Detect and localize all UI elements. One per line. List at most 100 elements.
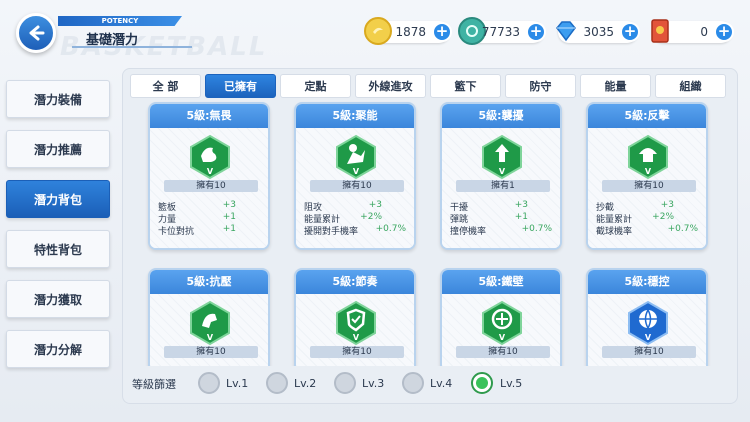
- currency-ticket: 0 +: [651, 19, 734, 43]
- tab-organize[interactable]: 組織: [655, 74, 726, 98]
- card-title: 5級:襲擾: [442, 104, 560, 128]
- currency-value: 77733: [481, 25, 520, 39]
- stat-name: 擾開對手機率: [304, 227, 359, 237]
- svg-text:V: V: [499, 333, 506, 342]
- add-ticket-button[interactable]: +: [714, 22, 734, 42]
- blue-diamond-icon: [552, 17, 580, 45]
- pressure-icon: V: [190, 300, 230, 346]
- level-2-radio[interactable]: [266, 372, 288, 394]
- owned-count: 擁有1: [456, 180, 550, 192]
- stat-value: +3: [514, 200, 528, 210]
- svg-text:V: V: [353, 167, 360, 176]
- card-title: 5級:鐵壁: [442, 270, 560, 294]
- stat-value: +3: [222, 200, 236, 210]
- stat-name: 卡位對抗: [158, 227, 195, 237]
- level-1-label: Lv.1: [226, 377, 249, 390]
- gold-coin-icon: [364, 17, 392, 45]
- stat-value: +1: [514, 212, 528, 222]
- stat-value: +0.7%: [521, 224, 552, 234]
- potency-card[interactable]: 5級:節奏 V 擁有10 抗擾+3: [294, 268, 416, 366]
- currency-token: 77733 +: [458, 17, 546, 45]
- potency-card[interactable]: 5級:抗壓 V 擁有10 抗擾+3: [148, 268, 270, 366]
- svg-text:V: V: [207, 167, 214, 176]
- sidebar-item-obtain[interactable]: 潛力獲取: [6, 280, 110, 318]
- sidebar-item-decompose[interactable]: 潛力分解: [6, 330, 110, 368]
- stat-value: +1: [222, 224, 236, 234]
- owned-count: 擁有10: [456, 346, 550, 358]
- owned-count: 擁有10: [602, 180, 696, 192]
- stat-value: +2%: [652, 212, 674, 222]
- muscle-icon: V: [190, 134, 230, 180]
- owned-count: 擁有10: [310, 346, 404, 358]
- potency-card[interactable]: 5級:無畏 V 擁有10 籃板 +3 力量 +1 卡位對抗 +1: [148, 102, 270, 250]
- currency-value: 0: [700, 25, 708, 39]
- svg-text:V: V: [499, 167, 506, 176]
- tab-owned[interactable]: 已擁有: [205, 74, 276, 98]
- potency-card[interactable]: 5級:穩控 V 擁有10 傳控+3: [586, 268, 708, 366]
- potency-card[interactable]: 5級:反擊 V 擁有10 抄截 +3 能量累計 +2% 截球機率 +0.7%: [586, 102, 708, 250]
- sidebar-item-trait-backpack[interactable]: 特性背包: [6, 230, 110, 268]
- level-5-label: Lv.5: [500, 377, 523, 390]
- potency-card[interactable]: 5級:襲擾 V 擁有1 干擾 +3 彈跳 +1 撞停機率 +0.7%: [440, 102, 562, 250]
- tab-energy[interactable]: 能量: [580, 74, 651, 98]
- back-button[interactable]: [16, 13, 56, 53]
- sidebar-item-recommend[interactable]: 潛力推薦: [6, 130, 110, 168]
- ticket-card-icon: [646, 17, 674, 45]
- filter-label: 等級篩選: [132, 378, 176, 391]
- tab-defense[interactable]: 防守: [505, 74, 576, 98]
- energy-gather-icon: V: [336, 134, 376, 180]
- svg-text:V: V: [353, 333, 360, 342]
- card-title: 5級:反擊: [588, 104, 706, 128]
- page-subtitle: POTENCY: [58, 16, 182, 26]
- title-underline: [72, 46, 192, 48]
- sidebar-item-backpack[interactable]: 潛力背包: [6, 180, 110, 218]
- level-1-radio[interactable]: [198, 372, 220, 394]
- back-arrow-icon: [29, 25, 45, 41]
- owned-count: 擁有10: [164, 180, 258, 192]
- stat-value: +0.7%: [667, 224, 698, 234]
- owned-count: 擁有10: [310, 180, 404, 192]
- add-diamond-button[interactable]: +: [620, 22, 640, 42]
- card-title: 5級:節奏: [296, 270, 414, 294]
- level-2-label: Lv.2: [294, 377, 317, 390]
- tab-spot[interactable]: 定點: [280, 74, 351, 98]
- card-title: 5級:穩控: [588, 270, 706, 294]
- currency-diamond: 3035 +: [556, 21, 640, 43]
- page-title-block: POTENCY 基礎潛力: [58, 16, 194, 48]
- svg-text:V: V: [645, 167, 652, 176]
- add-gold-button[interactable]: +: [432, 22, 452, 42]
- stat-value: +2%: [360, 212, 382, 222]
- level-5-radio[interactable]: [471, 372, 493, 394]
- level-filter-bar: 等級篩選 Lv.1 Lv.2 Lv.3 Lv.4 Lv.5: [122, 366, 738, 402]
- tab-outside-offense[interactable]: 外線進攻: [355, 74, 426, 98]
- potency-card[interactable]: 5級:鐵壁 V 擁有10 阻攻+3: [440, 268, 562, 366]
- potency-card-grid[interactable]: 5級:無畏 V 擁有10 籃板 +3 力量 +1 卡位對抗 +1 5級:聚能 V 擁有…: [122, 100, 738, 366]
- currency-value: 1878: [395, 25, 426, 39]
- shield-rhythm-icon: V: [336, 300, 376, 346]
- svg-text:V: V: [207, 333, 214, 342]
- card-title: 5級:抗壓: [150, 270, 268, 294]
- currency-gold: 1878 +: [364, 17, 452, 45]
- ball-control-icon: V: [628, 300, 668, 346]
- stat-value: +3: [660, 200, 674, 210]
- level-3-radio[interactable]: [334, 372, 356, 394]
- counter-icon: V: [628, 134, 668, 180]
- tab-inside[interactable]: 籃下: [430, 74, 501, 98]
- stat-value: +1: [222, 212, 236, 222]
- stat-value: +3: [368, 200, 382, 210]
- tab-all[interactable]: 全 部: [130, 74, 201, 98]
- currency-value: 3035: [583, 25, 614, 39]
- stat-name: 撞停機率: [450, 227, 487, 237]
- svg-text:V: V: [645, 333, 652, 342]
- level-4-radio[interactable]: [402, 372, 424, 394]
- owned-count: 擁有10: [602, 346, 696, 358]
- owned-count: 擁有10: [164, 346, 258, 358]
- add-token-button[interactable]: +: [526, 22, 546, 42]
- stat-value: +0.7%: [375, 224, 406, 234]
- level-3-label: Lv.3: [362, 377, 385, 390]
- stat-name: 截球機率: [596, 227, 633, 237]
- sidebar-item-equip[interactable]: 潛力裝備: [6, 80, 110, 118]
- card-title: 5級:聚能: [296, 104, 414, 128]
- potency-card[interactable]: 5級:聚能 V 擁有10 阻攻 +3 能量累計 +2% 擾開對手機率 +0.7%: [294, 102, 416, 250]
- card-title: 5級:無畏: [150, 104, 268, 128]
